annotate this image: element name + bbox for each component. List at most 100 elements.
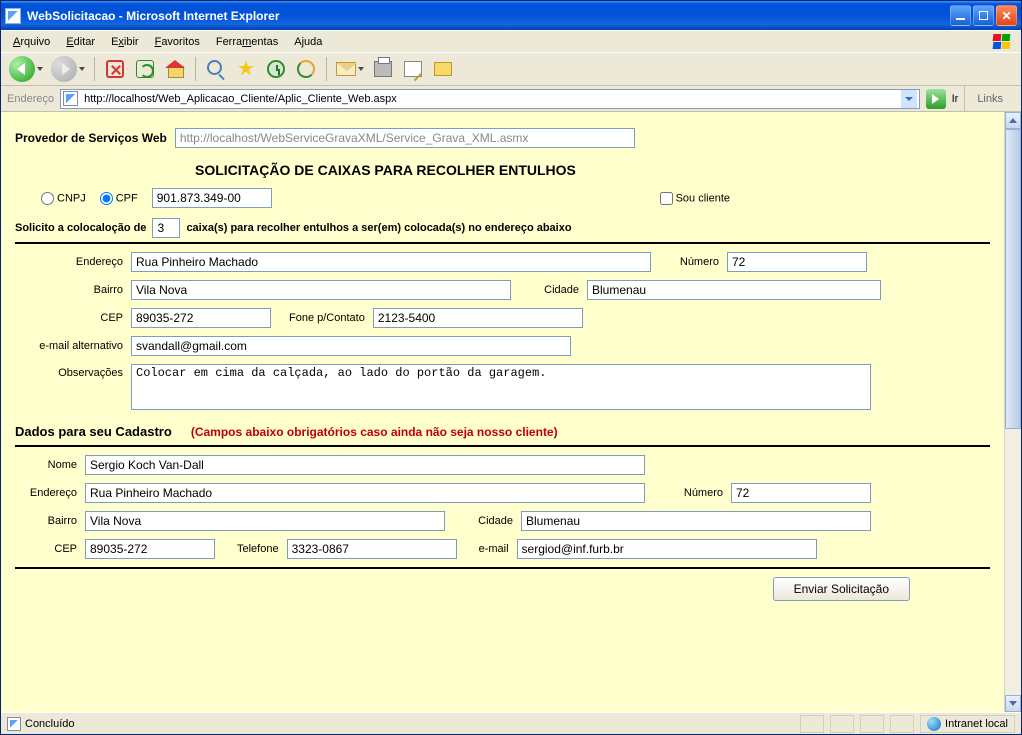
- alt-email-label: e-mail alternativo: [15, 340, 123, 352]
- back-button[interactable]: [7, 54, 45, 84]
- toolbar-separator: [195, 57, 196, 81]
- close-button[interactable]: ✕: [996, 5, 1017, 26]
- reg-email-field[interactable]: [517, 539, 817, 559]
- reg-cep-field[interactable]: [85, 539, 215, 559]
- box-count-field[interactable]: [152, 218, 180, 238]
- maximize-button[interactable]: [973, 5, 994, 26]
- scroll-up-icon[interactable]: [1005, 112, 1021, 129]
- client-checkbox-label[interactable]: Sou cliente: [660, 192, 730, 205]
- zone-pane: Intranet local: [920, 715, 1015, 733]
- status-pane: [860, 715, 884, 733]
- browser-window: WebSolicitacao - Microsoft Internet Expl…: [0, 0, 1022, 735]
- sync-button[interactable]: [293, 56, 319, 82]
- cpf-radio-label[interactable]: CPF: [100, 192, 138, 205]
- reg-number-field[interactable]: [731, 483, 871, 503]
- history-button[interactable]: [263, 56, 289, 82]
- scroll-thumb[interactable]: [1005, 129, 1021, 429]
- reg-district-field[interactable]: [85, 511, 445, 531]
- history-icon: [267, 60, 285, 78]
- links-pane[interactable]: Links: [964, 86, 1015, 111]
- delivery-city-label: Cidade: [519, 284, 579, 296]
- stop-button[interactable]: [102, 56, 128, 82]
- address-dropdown[interactable]: [901, 90, 917, 108]
- delivery-cep-field[interactable]: [131, 308, 271, 328]
- menu-arquivo[interactable]: Arquivo: [5, 34, 58, 50]
- delivery-city-field[interactable]: [587, 280, 881, 300]
- stop-icon: [106, 60, 124, 78]
- cpf-radio[interactable]: [100, 192, 113, 205]
- reg-cep-label: CEP: [15, 543, 77, 555]
- reg-phone-field[interactable]: [287, 539, 457, 559]
- home-icon: [165, 60, 185, 78]
- edit-button[interactable]: [400, 56, 426, 82]
- done-icon: [7, 717, 21, 731]
- star-icon: ★: [237, 60, 255, 78]
- menubar: Arquivo Editar Exibir Favoritos Ferramen…: [1, 30, 1021, 52]
- notes-field[interactable]: [131, 364, 871, 410]
- go-button[interactable]: [926, 89, 946, 109]
- scroll-down-icon[interactable]: [1005, 695, 1021, 712]
- reg-name-label: Nome: [15, 459, 77, 471]
- divider: [15, 567, 990, 569]
- window-title: WebSolicitacao - Microsoft Internet Expl…: [27, 9, 950, 23]
- page-title: SOLICITAÇÃO DE CAIXAS PARA RECOLHER ENTU…: [195, 162, 990, 178]
- divider: [15, 242, 990, 244]
- forward-button[interactable]: [49, 54, 87, 84]
- status-pane: [800, 715, 824, 733]
- edit-icon: [404, 61, 422, 77]
- menu-exibir[interactable]: Exibir: [103, 34, 147, 50]
- delivery-number-label: Número: [659, 256, 719, 268]
- throbber-icon: [989, 32, 1017, 52]
- mail-button[interactable]: [334, 56, 366, 82]
- cnpj-radio[interactable]: [41, 192, 54, 205]
- menu-ferramentas[interactable]: Ferramentas: [208, 34, 286, 50]
- address-box: [60, 89, 919, 109]
- zone-icon: [927, 717, 941, 731]
- search-button[interactable]: [203, 56, 229, 82]
- notes-label: Observações: [15, 364, 123, 379]
- client-checkbox[interactable]: [660, 192, 673, 205]
- toolbar: ★: [1, 52, 1021, 86]
- delivery-phone-field[interactable]: [373, 308, 583, 328]
- page-content: Provedor de Serviços Web SOLICITAÇÃO DE …: [1, 112, 1004, 712]
- menu-ajuda[interactable]: Ajuda: [286, 34, 330, 50]
- search-icon: [207, 60, 225, 78]
- reg-city-field[interactable]: [521, 511, 871, 531]
- vertical-scrollbar[interactable]: [1004, 112, 1021, 712]
- register-warning: (Campos abaixo obrigatórios caso ainda n…: [191, 425, 558, 439]
- reg-phone-label: Telefone: [223, 543, 279, 555]
- delivery-phone-label: Fone p/Contato: [279, 312, 365, 324]
- status-pane: [890, 715, 914, 733]
- toolbar-separator: [326, 57, 327, 81]
- reg-address-field[interactable]: [85, 483, 645, 503]
- alt-email-field[interactable]: [131, 336, 571, 356]
- reg-name-field[interactable]: [85, 455, 645, 475]
- minimize-button[interactable]: [950, 5, 971, 26]
- address-label: Endereço: [7, 93, 54, 105]
- refresh-icon: [136, 60, 154, 78]
- delivery-address-field[interactable]: [131, 252, 651, 272]
- address-input[interactable]: [82, 92, 896, 106]
- cnpj-radio-label[interactable]: CNPJ: [41, 192, 86, 205]
- request-prefix: Solicito a colocaloção de: [15, 222, 146, 234]
- print-icon: [374, 61, 392, 77]
- reg-address-label: Endereço: [15, 487, 77, 499]
- delivery-number-field[interactable]: [727, 252, 867, 272]
- discuss-button[interactable]: [430, 56, 456, 82]
- menu-favoritos[interactable]: Favoritos: [147, 34, 208, 50]
- home-button[interactable]: [162, 56, 188, 82]
- submit-button[interactable]: Enviar Solicitação: [773, 577, 910, 601]
- delivery-district-label: Bairro: [15, 284, 123, 296]
- toolbar-separator: [94, 57, 95, 81]
- reg-email-label: e-mail: [465, 543, 509, 555]
- menu-editar[interactable]: Editar: [58, 34, 103, 50]
- reg-number-label: Número: [663, 487, 723, 499]
- print-button[interactable]: [370, 56, 396, 82]
- favorites-button[interactable]: ★: [233, 56, 259, 82]
- refresh-button[interactable]: [132, 56, 158, 82]
- delivery-district-field[interactable]: [131, 280, 511, 300]
- doc-number-field[interactable]: [152, 188, 272, 208]
- divider: [15, 445, 990, 447]
- viewport: Provedor de Serviços Web SOLICITAÇÃO DE …: [1, 112, 1021, 712]
- provider-url-field: [175, 128, 635, 148]
